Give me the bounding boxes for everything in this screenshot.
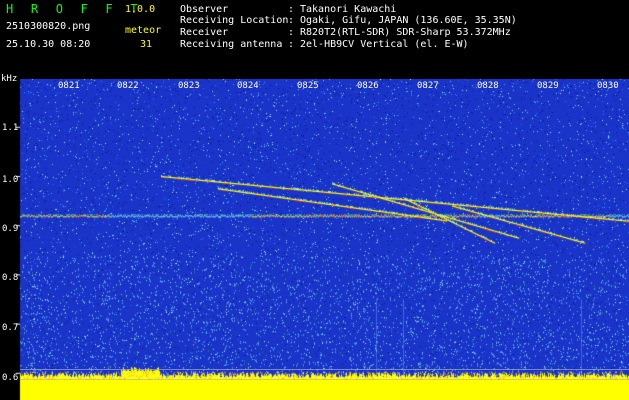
capture-filename: 2510300820.png (6, 21, 91, 32)
capture-timestamp: 25.10.30 08:20 (6, 39, 91, 50)
y-tick-1-0: 1.0 (2, 175, 19, 185)
antenna-label: Receiving antenna (180, 39, 283, 50)
x-tick-0822: 0822 (117, 81, 139, 91)
x-tick-0829: 0829 (537, 81, 559, 91)
x-tick-0828: 0828 (477, 81, 499, 91)
location-label: Receiving Location (180, 15, 289, 26)
y-tick-0-8: 0.8 (2, 273, 19, 283)
y-tick-0-6: 0.6 (2, 373, 19, 383)
meteor-label: meteor (125, 25, 162, 36)
meteor-count: 31 (139, 39, 152, 50)
y-axis-unit: kHz (1, 74, 18, 84)
spectrogram-canvas (0, 79, 629, 400)
x-tick-0830: 0830 (597, 81, 619, 91)
x-tick-0823: 0823 (178, 81, 200, 91)
app-title: H R O F F T (6, 2, 143, 16)
x-tick-0825: 0825 (297, 81, 319, 91)
y-tick-0-9: 0.9 (2, 224, 19, 234)
x-tick-0821: 0821 (58, 81, 80, 91)
observer-value-prefix: : (288, 4, 301, 15)
reference-line-upper (20, 369, 629, 370)
y-tick-1-1: 1.1 (2, 123, 19, 133)
location-value: Ogaki, Gifu, JAPAN (136.60E, 35.35N) (300, 15, 517, 26)
x-tick-0824: 0824 (237, 81, 259, 91)
reference-line-lower (20, 379, 629, 380)
x-tick-0826: 0826 (357, 81, 379, 91)
receiver-value: R820T2(RTL-SDR) SDR-Sharp 53.372MHz (300, 27, 511, 38)
observer-value: Takanori Kawachi (300, 4, 397, 15)
app-version: 1.0.0 (125, 4, 156, 15)
header-panel: H R O F F T 1.0.0 2510300820.png 25.10.3… (0, 0, 629, 79)
antenna-value: 2el-HB9CV Vertical (el. E-W) (300, 39, 469, 50)
receiver-label: Receiver (180, 27, 229, 38)
receiver-value-prefix: : (288, 27, 301, 38)
location-value-prefix: : (288, 15, 301, 26)
y-tick-0-7: 0.7 (2, 323, 19, 333)
x-tick-0827: 0827 (417, 81, 439, 91)
antenna-value-prefix: : (288, 39, 301, 50)
observer-label: Observer (180, 4, 229, 15)
